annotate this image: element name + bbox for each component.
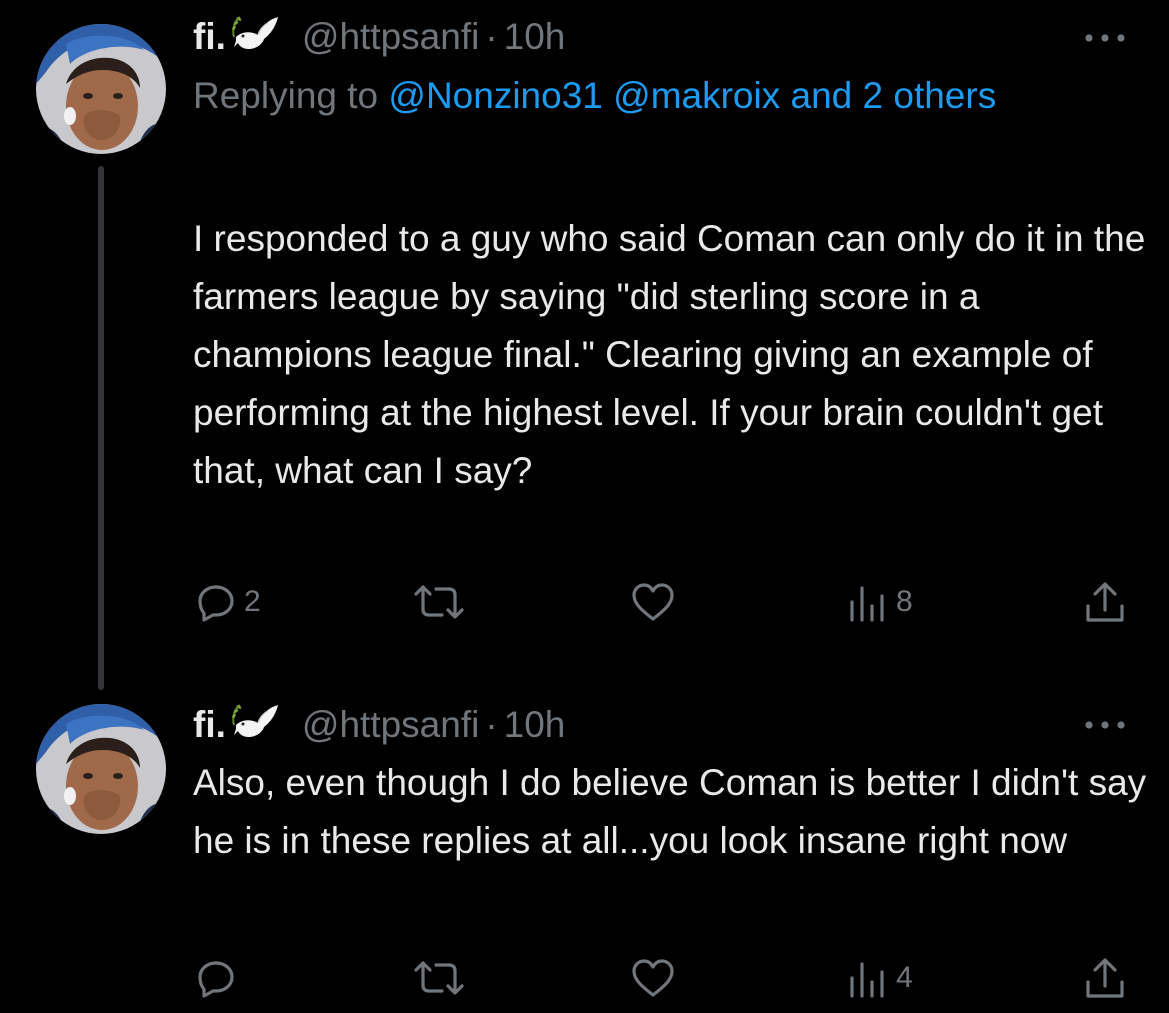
tweet-text: I responded to a guy who said Coman can … <box>193 218 1156 491</box>
thread-line <box>98 166 104 690</box>
more-options-button[interactable] <box>1082 28 1128 48</box>
more-dots-icon <box>1085 34 1125 42</box>
replying-to-label: Replying to <box>193 75 389 116</box>
heart-icon <box>632 583 674 621</box>
dove-with-olive-branch-icon <box>231 15 280 60</box>
share-button[interactable] <box>1084 580 1134 624</box>
reply-count: 2 <box>244 585 261 618</box>
display-name[interactable]: fi. <box>193 16 226 58</box>
share-icon <box>1086 582 1124 622</box>
share-icon <box>1086 958 1124 998</box>
avatar[interactable] <box>36 24 166 154</box>
views-count: 8 <box>896 585 913 618</box>
like-button[interactable] <box>630 956 684 1000</box>
retweet-button[interactable] <box>412 956 474 1000</box>
timestamp[interactable]: 10h <box>504 704 566 746</box>
replying-to-line: Replying to @Nonzino31 @makroix and 2 ot… <box>193 66 1093 126</box>
tweet-1[interactable]: fi. @httpsanfi · 10h Replying to @Nonzin… <box>0 0 1169 690</box>
views-icon <box>850 962 884 998</box>
reply-icon <box>198 585 234 622</box>
retweet-button[interactable] <box>412 580 474 624</box>
tweet-header: fi. @httpsanfi · 10h <box>193 702 565 748</box>
views-count: 4 <box>896 961 913 994</box>
retweet-icon <box>414 585 464 619</box>
like-button[interactable] <box>630 580 684 624</box>
tweet-2[interactable]: fi. @httpsanfi · 10h Also, even though I… <box>0 690 1169 1013</box>
views-button[interactable]: 8 <box>848 580 913 624</box>
heart-icon <box>632 959 674 997</box>
display-name[interactable]: fi. <box>193 704 226 746</box>
dove-with-olive-branch-icon <box>231 703 280 748</box>
replying-to-mentions[interactable]: @Nonzino31 @makroix and 2 others <box>388 75 996 116</box>
retweet-icon <box>414 961 464 995</box>
separator-dot: · <box>485 704 498 745</box>
avatar[interactable] <box>36 704 166 834</box>
reply-icon <box>198 961 234 998</box>
views-icon <box>850 586 884 622</box>
more-dots-icon <box>1085 721 1125 729</box>
more-options-button[interactable] <box>1082 715 1128 735</box>
user-handle[interactable]: @httpsanfi <box>302 704 479 746</box>
user-handle[interactable]: @httpsanfi <box>302 16 479 58</box>
views-button[interactable]: 4 <box>848 956 913 1000</box>
reply-button[interactable]: 2 <box>196 580 261 624</box>
share-button[interactable] <box>1084 956 1134 1000</box>
tweet-header: fi. @httpsanfi · 10h <box>193 14 565 60</box>
tweet-text: Also, even though I do believe Coman is … <box>193 762 1157 861</box>
timestamp[interactable]: 10h <box>504 16 566 58</box>
reply-button[interactable] <box>196 956 244 1000</box>
separator-dot: · <box>485 16 498 57</box>
